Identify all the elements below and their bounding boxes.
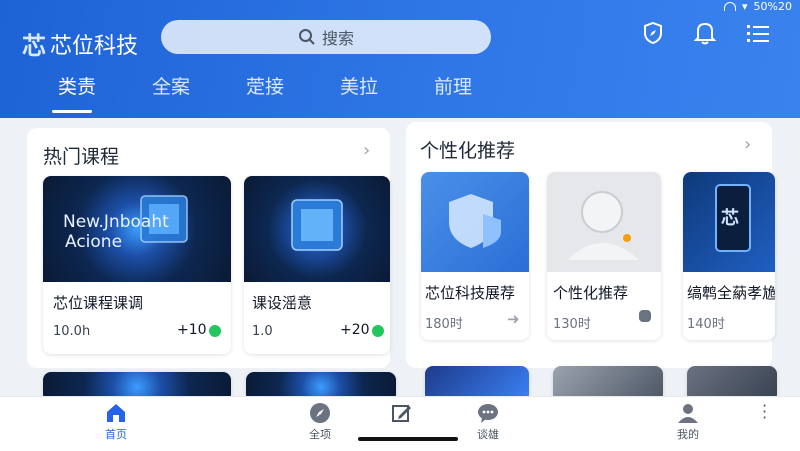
nav-chat[interactable]: 谈雄 <box>458 400 518 442</box>
nav-home-label: 首页 <box>105 428 127 441</box>
course-thumbnail <box>244 176 390 282</box>
recommend-card-2[interactable]: 个性化推荐 130时 <box>547 172 661 340</box>
course-duration: 10.0h <box>53 324 91 339</box>
notification-button[interactable] <box>692 20 718 46</box>
support-agent-illustration <box>567 191 639 260</box>
recommend-title: 个性化推荐 <box>420 140 516 162</box>
more-vertical-icon[interactable]: · · · <box>762 398 767 426</box>
phone-logo-text: 芯 <box>721 208 739 229</box>
battery-text: 50%20 <box>753 0 792 13</box>
chip-illustration <box>291 199 343 251</box>
recommend-item-meta: 130时 <box>553 317 591 332</box>
recommend-item-meta: 180时 <box>425 317 463 332</box>
tab-0[interactable]: 类责 <box>30 72 124 107</box>
category-tabs: 类责 全案 萣接 美拉 前理 <box>30 72 500 107</box>
recommend-item-meta: 140时 <box>687 317 725 332</box>
recommend-item-title: 芯位科技展荐 <box>425 284 516 302</box>
home-icon <box>107 404 125 422</box>
recommend-item-title: 个性化推荐 <box>553 284 629 302</box>
course-card-1[interactable]: New.Jnboaht Acione 芯位课程课调 10.0h +10 <box>43 176 231 354</box>
arrow-right-icon: ➜ <box>507 310 520 328</box>
recommend-item-title: 缟鹎全蒳孝尯 <box>687 284 775 302</box>
user-icon <box>678 404 698 423</box>
course-title: 芯位课程课调 <box>53 294 144 312</box>
recommend-card-3[interactable]: 芯 缟鹎全蒳孝尯 140时 <box>683 172 775 340</box>
hot-courses-title: 热门课程 <box>43 146 120 168</box>
course-card-2[interactable]: 课设滛意 1.0 +20 <box>244 176 390 354</box>
search-icon <box>298 29 315 45</box>
tab-3[interactable]: 美拉 <box>312 72 406 107</box>
course-points: +20 <box>340 322 370 338</box>
logo-text: 芯位科技 <box>50 33 139 59</box>
course-title: 课设滛意 <box>252 294 313 312</box>
nav-edit[interactable] <box>372 400 432 426</box>
compass-icon <box>310 403 330 423</box>
course-thumbnail: New.Jnboaht Acione <box>43 176 231 282</box>
edit-icon <box>392 405 411 422</box>
recommend-thumbnail: 芯 <box>683 172 775 272</box>
active-tab-indicator <box>52 110 92 113</box>
tab-4[interactable]: 前理 <box>406 72 500 107</box>
bottom-navigation: 首页 全项 谈雄 我的 · · · <box>0 396 800 451</box>
thumbnail-text-2: Acione <box>65 232 123 252</box>
search-input[interactable]: 搜索 <box>161 20 491 54</box>
nav-home[interactable]: 首页 <box>86 400 146 442</box>
hot-courses-more-icon[interactable]: › <box>363 140 370 161</box>
shield-illustration <box>449 194 501 248</box>
app-header: ▾ 50%20 芯 芯位科技 搜索 类责 全案 萣接 美拉 前理 <box>0 0 800 118</box>
bot-icon <box>639 310 651 322</box>
search-placeholder: 搜索 <box>321 29 354 48</box>
nav-profile-label: 我的 <box>677 428 699 441</box>
app-logo[interactable]: 芯 芯位科技 <box>22 26 138 61</box>
menu-button[interactable] <box>745 20 771 46</box>
list-menu-icon <box>747 25 769 42</box>
bell-small-icon <box>724 2 737 11</box>
green-status-icon <box>372 325 384 337</box>
course-duration: 1.0 <box>252 324 273 339</box>
tab-1[interactable]: 全案 <box>124 72 218 107</box>
nav-profile[interactable]: 我的 <box>658 400 718 442</box>
green-status-icon <box>209 325 221 337</box>
home-indicator <box>358 437 458 441</box>
recommend-more-icon[interactable]: › <box>744 134 751 155</box>
nav-all[interactable]: 全项 <box>290 400 350 442</box>
nav-chat-label: 谈雄 <box>477 428 499 441</box>
status-bar: ▾ 50%20 <box>724 0 792 13</box>
compass-badge-button[interactable] <box>640 20 666 46</box>
recommend-card-1[interactable]: 芯位科技展荐 180时 ➜ <box>421 172 529 340</box>
chat-icon <box>478 404 498 423</box>
bell-icon <box>694 22 716 45</box>
recommend-thumbnail <box>421 172 529 272</box>
thumbnail-text-1: New.Jnboaht <box>63 212 169 232</box>
recommend-thumbnail <box>547 172 661 272</box>
nav-all-label: 全项 <box>309 428 331 441</box>
logo-mark: 芯 <box>22 32 46 60</box>
tab-2[interactable]: 萣接 <box>218 72 312 107</box>
signal-icon: ▾ <box>742 0 748 13</box>
course-points: +10 <box>177 322 207 338</box>
compass-badge-icon <box>644 21 662 45</box>
